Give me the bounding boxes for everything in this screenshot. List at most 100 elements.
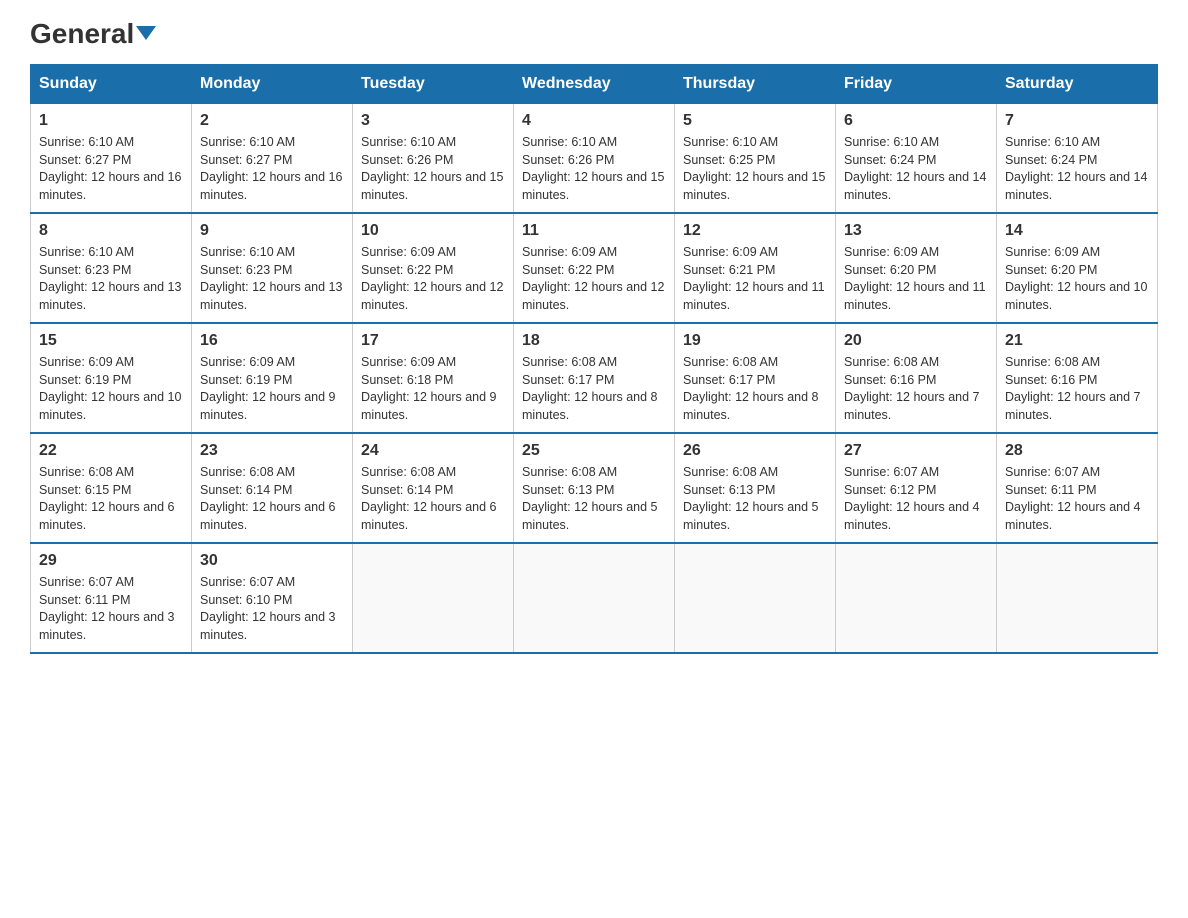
calendar-week-5: 29 Sunrise: 6:07 AM Sunset: 6:11 PM Dayl… (31, 543, 1158, 653)
day-info: Sunrise: 6:07 AM Sunset: 6:11 PM Dayligh… (39, 574, 183, 644)
calendar-day-12: 12 Sunrise: 6:09 AM Sunset: 6:21 PM Dayl… (675, 213, 836, 323)
day-number: 1 (39, 112, 183, 130)
day-number: 19 (683, 332, 827, 350)
calendar-day-17: 17 Sunrise: 6:09 AM Sunset: 6:18 PM Dayl… (353, 323, 514, 433)
calendar-day-11: 11 Sunrise: 6:09 AM Sunset: 6:22 PM Dayl… (514, 213, 675, 323)
calendar-day-10: 10 Sunrise: 6:09 AM Sunset: 6:22 PM Dayl… (353, 213, 514, 323)
day-number: 30 (200, 552, 344, 570)
day-number: 16 (200, 332, 344, 350)
day-number: 22 (39, 442, 183, 460)
day-info: Sunrise: 6:09 AM Sunset: 6:20 PM Dayligh… (844, 244, 988, 314)
day-info: Sunrise: 6:07 AM Sunset: 6:12 PM Dayligh… (844, 464, 988, 534)
day-header-monday: Monday (192, 65, 353, 104)
calendar-day-29: 29 Sunrise: 6:07 AM Sunset: 6:11 PM Dayl… (31, 543, 192, 653)
calendar-day-4: 4 Sunrise: 6:10 AM Sunset: 6:26 PM Dayli… (514, 104, 675, 214)
calendar-day-20: 20 Sunrise: 6:08 AM Sunset: 6:16 PM Dayl… (836, 323, 997, 433)
calendar-empty (514, 543, 675, 653)
day-number: 23 (200, 442, 344, 460)
day-number: 20 (844, 332, 988, 350)
calendar-day-5: 5 Sunrise: 6:10 AM Sunset: 6:25 PM Dayli… (675, 104, 836, 214)
day-info: Sunrise: 6:10 AM Sunset: 6:24 PM Dayligh… (844, 134, 988, 204)
calendar-day-14: 14 Sunrise: 6:09 AM Sunset: 6:20 PM Dayl… (997, 213, 1158, 323)
day-number: 14 (1005, 222, 1149, 240)
day-info: Sunrise: 6:10 AM Sunset: 6:23 PM Dayligh… (200, 244, 344, 314)
calendar-day-24: 24 Sunrise: 6:08 AM Sunset: 6:14 PM Dayl… (353, 433, 514, 543)
calendar-day-16: 16 Sunrise: 6:09 AM Sunset: 6:19 PM Dayl… (192, 323, 353, 433)
day-number: 25 (522, 442, 666, 460)
calendar-day-27: 27 Sunrise: 6:07 AM Sunset: 6:12 PM Dayl… (836, 433, 997, 543)
calendar-day-3: 3 Sunrise: 6:10 AM Sunset: 6:26 PM Dayli… (353, 104, 514, 214)
day-number: 8 (39, 222, 183, 240)
calendar-week-3: 15 Sunrise: 6:09 AM Sunset: 6:19 PM Dayl… (31, 323, 1158, 433)
day-info: Sunrise: 6:08 AM Sunset: 6:16 PM Dayligh… (844, 354, 988, 424)
calendar-day-25: 25 Sunrise: 6:08 AM Sunset: 6:13 PM Dayl… (514, 433, 675, 543)
day-number: 2 (200, 112, 344, 130)
day-info: Sunrise: 6:09 AM Sunset: 6:22 PM Dayligh… (522, 244, 666, 314)
day-info: Sunrise: 6:08 AM Sunset: 6:15 PM Dayligh… (39, 464, 183, 534)
day-number: 21 (1005, 332, 1149, 350)
day-header-tuesday: Tuesday (353, 65, 514, 104)
calendar-day-13: 13 Sunrise: 6:09 AM Sunset: 6:20 PM Dayl… (836, 213, 997, 323)
day-info: Sunrise: 6:08 AM Sunset: 6:16 PM Dayligh… (1005, 354, 1149, 424)
calendar-week-1: 1 Sunrise: 6:10 AM Sunset: 6:27 PM Dayli… (31, 104, 1158, 214)
calendar-day-6: 6 Sunrise: 6:10 AM Sunset: 6:24 PM Dayli… (836, 104, 997, 214)
calendar-day-9: 9 Sunrise: 6:10 AM Sunset: 6:23 PM Dayli… (192, 213, 353, 323)
calendar-day-15: 15 Sunrise: 6:09 AM Sunset: 6:19 PM Dayl… (31, 323, 192, 433)
day-info: Sunrise: 6:08 AM Sunset: 6:14 PM Dayligh… (200, 464, 344, 534)
day-number: 15 (39, 332, 183, 350)
day-number: 18 (522, 332, 666, 350)
day-number: 5 (683, 112, 827, 130)
calendar-day-22: 22 Sunrise: 6:08 AM Sunset: 6:15 PM Dayl… (31, 433, 192, 543)
logo-triangle-icon (136, 26, 156, 40)
day-number: 26 (683, 442, 827, 460)
day-info: Sunrise: 6:09 AM Sunset: 6:18 PM Dayligh… (361, 354, 505, 424)
calendar-day-23: 23 Sunrise: 6:08 AM Sunset: 6:14 PM Dayl… (192, 433, 353, 543)
calendar-day-18: 18 Sunrise: 6:08 AM Sunset: 6:17 PM Dayl… (514, 323, 675, 433)
day-number: 10 (361, 222, 505, 240)
day-info: Sunrise: 6:08 AM Sunset: 6:13 PM Dayligh… (683, 464, 827, 534)
day-info: Sunrise: 6:10 AM Sunset: 6:24 PM Dayligh… (1005, 134, 1149, 204)
calendar-header: SundayMondayTuesdayWednesdayThursdayFrid… (31, 65, 1158, 104)
day-number: 17 (361, 332, 505, 350)
calendar-empty (675, 543, 836, 653)
day-info: Sunrise: 6:10 AM Sunset: 6:27 PM Dayligh… (200, 134, 344, 204)
day-info: Sunrise: 6:07 AM Sunset: 6:11 PM Dayligh… (1005, 464, 1149, 534)
calendar-day-19: 19 Sunrise: 6:08 AM Sunset: 6:17 PM Dayl… (675, 323, 836, 433)
day-info: Sunrise: 6:08 AM Sunset: 6:17 PM Dayligh… (683, 354, 827, 424)
logo-top: General (30, 20, 156, 48)
day-number: 24 (361, 442, 505, 460)
day-info: Sunrise: 6:09 AM Sunset: 6:19 PM Dayligh… (39, 354, 183, 424)
day-header-saturday: Saturday (997, 65, 1158, 104)
calendar-day-26: 26 Sunrise: 6:08 AM Sunset: 6:13 PM Dayl… (675, 433, 836, 543)
day-info: Sunrise: 6:07 AM Sunset: 6:10 PM Dayligh… (200, 574, 344, 644)
day-info: Sunrise: 6:10 AM Sunset: 6:26 PM Dayligh… (522, 134, 666, 204)
day-info: Sunrise: 6:10 AM Sunset: 6:27 PM Dayligh… (39, 134, 183, 204)
calendar-day-7: 7 Sunrise: 6:10 AM Sunset: 6:24 PM Dayli… (997, 104, 1158, 214)
day-info: Sunrise: 6:10 AM Sunset: 6:26 PM Dayligh… (361, 134, 505, 204)
logo: General (30, 20, 156, 44)
calendar-week-2: 8 Sunrise: 6:10 AM Sunset: 6:23 PM Dayli… (31, 213, 1158, 323)
day-info: Sunrise: 6:09 AM Sunset: 6:22 PM Dayligh… (361, 244, 505, 314)
calendar-day-8: 8 Sunrise: 6:10 AM Sunset: 6:23 PM Dayli… (31, 213, 192, 323)
calendar-week-4: 22 Sunrise: 6:08 AM Sunset: 6:15 PM Dayl… (31, 433, 1158, 543)
day-number: 29 (39, 552, 183, 570)
day-header-thursday: Thursday (675, 65, 836, 104)
day-info: Sunrise: 6:10 AM Sunset: 6:25 PM Dayligh… (683, 134, 827, 204)
calendar-day-21: 21 Sunrise: 6:08 AM Sunset: 6:16 PM Dayl… (997, 323, 1158, 433)
day-header-sunday: Sunday (31, 65, 192, 104)
calendar-empty (836, 543, 997, 653)
day-info: Sunrise: 6:09 AM Sunset: 6:21 PM Dayligh… (683, 244, 827, 314)
day-info: Sunrise: 6:08 AM Sunset: 6:17 PM Dayligh… (522, 354, 666, 424)
day-header-wednesday: Wednesday (514, 65, 675, 104)
calendar-empty (997, 543, 1158, 653)
day-number: 3 (361, 112, 505, 130)
day-info: Sunrise: 6:09 AM Sunset: 6:20 PM Dayligh… (1005, 244, 1149, 314)
day-number: 7 (1005, 112, 1149, 130)
day-number: 11 (522, 222, 666, 240)
calendar-day-1: 1 Sunrise: 6:10 AM Sunset: 6:27 PM Dayli… (31, 104, 192, 214)
day-number: 9 (200, 222, 344, 240)
day-number: 28 (1005, 442, 1149, 460)
day-number: 27 (844, 442, 988, 460)
page-header: General (30, 20, 1158, 44)
day-info: Sunrise: 6:10 AM Sunset: 6:23 PM Dayligh… (39, 244, 183, 314)
